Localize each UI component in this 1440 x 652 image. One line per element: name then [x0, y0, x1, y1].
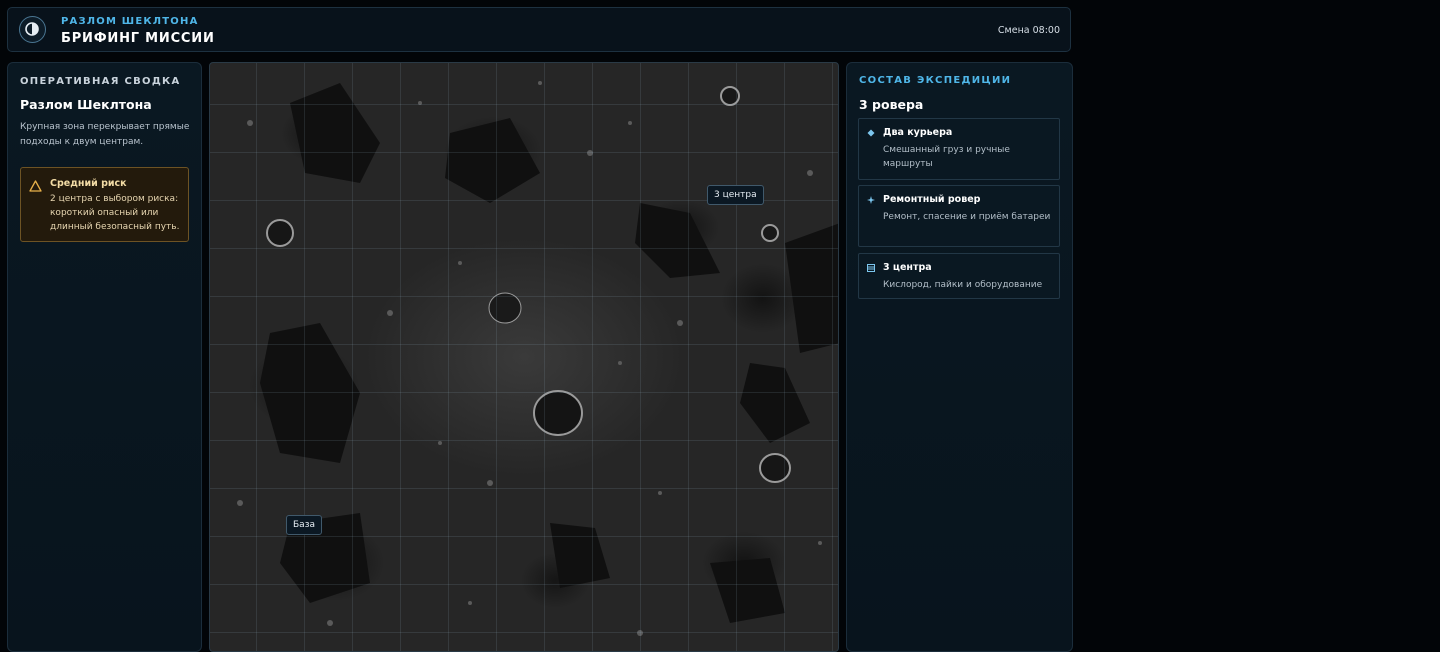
half-moon-logo-icon	[19, 16, 46, 43]
shift-time: Смена 08:00	[997, 25, 1060, 36]
team-card-desc: Смешанный груз и ручные маршруты	[883, 145, 1010, 169]
team-card-couriers[interactable]: Два курьера Смешанный груз и ручные марш…	[858, 118, 1060, 180]
brief-section-label: ОПЕРАТИВНАЯ СВОДКА	[20, 76, 181, 87]
diamond-icon	[867, 129, 875, 137]
risk-text: 2 центра с выбором риска: короткий опасн…	[50, 194, 180, 232]
warning-triangle-icon	[29, 180, 42, 192]
team-section-label: СОСТАВ ЭКСПЕДИЦИИ	[859, 75, 1012, 86]
mission-briefing-app: РАЗЛОМ ШЕКЛТОНА БРИФИНГ МИССИИ Смена 08:…	[0, 0, 1078, 652]
team-card-repair-rover[interactable]: Ремонтный ровер Ремонт, спасение и приём…	[858, 185, 1060, 247]
team-card-title: Два курьера	[883, 127, 953, 138]
operational-brief-panel: ОПЕРАТИВНАЯ СВОДКА Разлом Шеклтона Крупн…	[7, 62, 202, 652]
team-card-title: 3 центра	[883, 262, 932, 273]
risk-callout: Средний риск 2 центра с выбором риска: к…	[20, 167, 189, 242]
map-grid	[210, 63, 838, 651]
mission-map[interactable]: 3 центра База	[209, 62, 839, 652]
team-card-centers[interactable]: 3 центра Кислород, пайки и оборудование	[858, 253, 1060, 299]
page-title: БРИФИНГ МИССИИ	[61, 31, 215, 46]
expedition-panel: СОСТАВ ЭКСПЕДИЦИИ 3 ровера Два курьера С…	[846, 62, 1073, 652]
stack-icon	[867, 264, 875, 272]
brief-title: Разлом Шеклтона	[20, 97, 152, 112]
map-marker-centers[interactable]: 3 центра	[707, 185, 764, 205]
brief-description: Крупная зона перекрывает прямые подходы …	[20, 122, 190, 147]
header-bar: РАЗЛОМ ШЕКЛТОНА БРИФИНГ МИССИИ Смена 08:…	[7, 7, 1071, 52]
risk-title: Средний риск	[50, 178, 127, 189]
team-card-desc: Кислород, пайки и оборудование	[883, 280, 1043, 290]
team-card-title: Ремонтный ровер	[883, 194, 981, 205]
team-title: 3 ровера	[859, 97, 924, 112]
sparkle-icon	[867, 196, 875, 204]
location-subtitle: РАЗЛОМ ШЕКЛТОНА	[61, 16, 199, 27]
team-card-desc: Ремонт, спасение и приём батареи	[883, 212, 1051, 222]
map-marker-base[interactable]: База	[286, 515, 322, 535]
